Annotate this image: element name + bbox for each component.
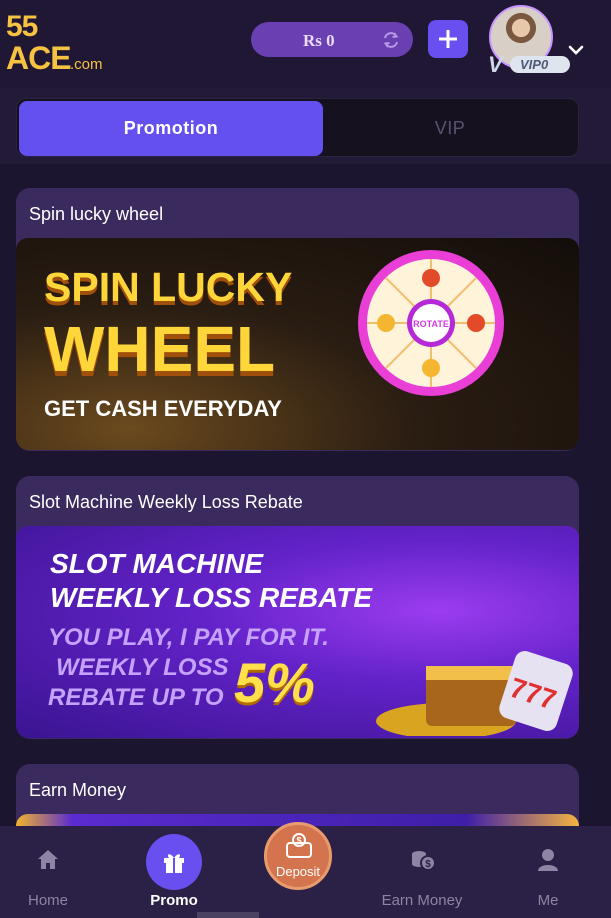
nav-deposit-label: Deposit bbox=[275, 864, 321, 879]
balance-pill[interactable]: Rs 0 bbox=[251, 22, 413, 57]
promo-card-title: Spin lucky wheel bbox=[29, 204, 164, 224]
app-header: 55 ACE .com Rs 0 V VIP0 bbox=[0, 0, 611, 88]
tabs-area: Promotion VIP bbox=[0, 88, 611, 164]
banner-headline: SLOT MACHINE bbox=[50, 548, 264, 579]
home-icon bbox=[38, 850, 58, 869]
tab-vip[interactable]: VIP bbox=[323, 101, 577, 156]
home-indicator bbox=[197, 912, 259, 918]
wheel-center-label: ROTATE bbox=[413, 319, 449, 329]
tab-bar: Promotion VIP bbox=[16, 98, 579, 157]
refresh-icon[interactable] bbox=[381, 30, 401, 50]
user-icon bbox=[538, 849, 558, 871]
add-funds-button[interactable] bbox=[428, 20, 468, 58]
promo-card-weekly-rebate[interactable]: Slot Machine Weekly Loss Rebate SLOT MAC… bbox=[16, 476, 579, 739]
logo-brand: ACE bbox=[6, 40, 72, 76]
logo-domain: .com bbox=[70, 56, 103, 73]
weekly-rebate-banner[interactable]: SLOT MACHINE WEEKLY LOSS REBATE YOU PLAY… bbox=[16, 526, 579, 738]
svg-text:$: $ bbox=[296, 836, 301, 846]
rebate-percent: 5% bbox=[234, 651, 315, 714]
nav-me-label: Me bbox=[537, 892, 559, 909]
treasure-chest-icon: 777 bbox=[376, 651, 573, 736]
vip-level: VIP0 bbox=[520, 57, 549, 72]
deposit-button[interactable]: $ Deposit bbox=[264, 822, 332, 890]
nav-promo-label: Promo bbox=[150, 892, 198, 909]
banner-subline: GET CASH EVERYDAY bbox=[44, 396, 282, 421]
nav-home[interactable]: Home bbox=[0, 826, 96, 918]
banner-subline-2: WEEKLY LOSS bbox=[56, 654, 229, 681]
promo-card-title: Slot Machine Weekly Loss Rebate bbox=[29, 492, 303, 512]
banner-subline: YOU PLAY, I PAY FOR IT. bbox=[48, 624, 329, 651]
promo-card-earn-money[interactable]: Earn Money bbox=[16, 764, 579, 826]
promo-card-title: Earn Money bbox=[29, 780, 127, 800]
svg-text:$: $ bbox=[425, 859, 431, 870]
promo-card-spin-wheel[interactable]: Spin lucky wheel SPIN LUCKY WHEEL GET CA… bbox=[16, 188, 579, 451]
plus-icon bbox=[439, 30, 457, 48]
lucky-wheel-icon: ROTATE bbox=[358, 250, 504, 396]
logo-number: 55 bbox=[6, 10, 38, 43]
coins-icon: $ bbox=[412, 851, 436, 871]
promo-list: Spin lucky wheel SPIN LUCKY WHEEL GET CA… bbox=[0, 164, 611, 826]
wallet-icon: $ bbox=[286, 833, 312, 858]
nav-me[interactable]: Me bbox=[500, 826, 596, 918]
nav-promo[interactable]: Promo bbox=[124, 826, 224, 918]
chevron-down-icon[interactable] bbox=[566, 40, 586, 60]
banner-headline: SPIN LUCKY bbox=[44, 264, 293, 310]
brand-logo[interactable]: 55 ACE .com bbox=[6, 10, 116, 76]
banner-headline-large: WHEEL bbox=[44, 313, 276, 385]
gift-icon bbox=[164, 854, 184, 873]
spin-wheel-banner[interactable]: SPIN LUCKY WHEEL GET CASH EVERYDAY ROTAT… bbox=[16, 238, 579, 450]
bottom-nav: Home Promo $ Deposit $ Earn Money Me bbox=[0, 822, 611, 918]
nav-deposit[interactable]: $ Deposit bbox=[248, 822, 348, 918]
banner-subline-3: REBATE UP TO bbox=[48, 684, 224, 711]
nav-earn-money[interactable]: $ Earn Money bbox=[370, 826, 474, 918]
tab-promotion[interactable]: Promotion bbox=[19, 101, 323, 156]
vip-pill: VIP0 bbox=[510, 56, 570, 73]
nav-home-label: Home bbox=[27, 892, 68, 909]
vip-v-icon: V bbox=[488, 52, 503, 77]
balance-value: Rs 0 bbox=[303, 31, 335, 50]
nav-earn-money-label: Earn Money bbox=[381, 892, 463, 909]
banner-headline-2: WEEKLY LOSS REBATE bbox=[50, 582, 373, 613]
